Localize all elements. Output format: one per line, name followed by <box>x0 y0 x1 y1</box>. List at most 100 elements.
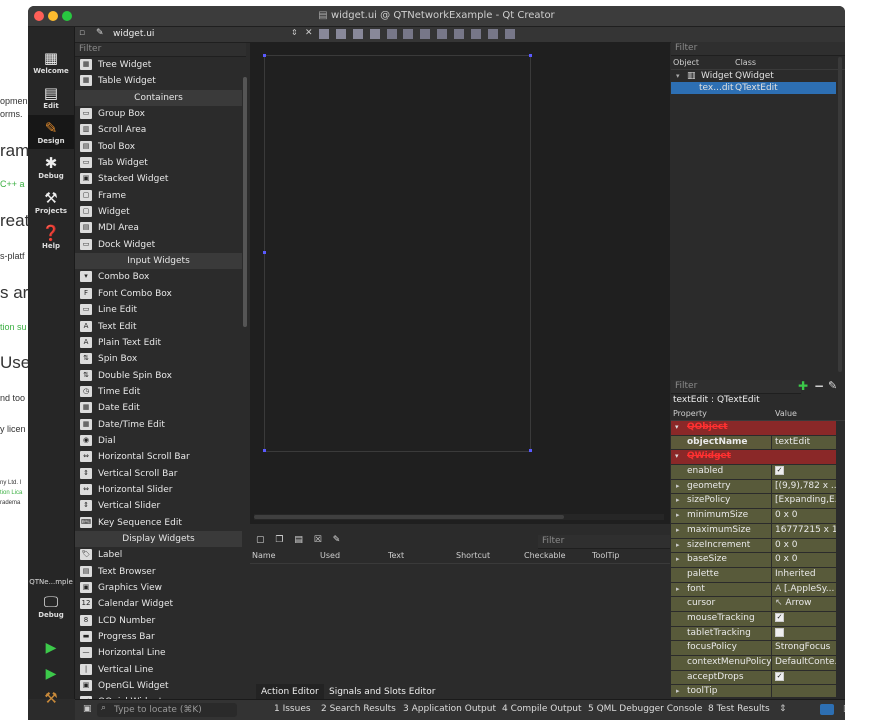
checked-checkbox[interactable]: ✓ <box>775 466 784 476</box>
widget-box-item[interactable]: ◉ Dial <box>75 433 242 449</box>
checked-checkbox[interactable]: ✓ <box>775 671 784 681</box>
widget-box-item[interactable]: ▢ Widget <box>75 204 242 220</box>
expand-arrow-icon[interactable]: ▸ <box>676 524 680 538</box>
widget-box-item[interactable]: 12 Calendar Widget <box>75 596 242 612</box>
combo-arrows-icon[interactable]: ⇕ <box>291 28 298 37</box>
widget-box-item[interactable]: ▣ Graphics View <box>75 580 242 596</box>
property-filter[interactable]: Filter <box>671 380 801 394</box>
property-value[interactable]: 0 x 0 <box>772 538 836 553</box>
widget-box-item[interactable]: ⇔ Horizontal Slider <box>75 482 242 498</box>
adjust-size-icon[interactable] <box>504 29 515 39</box>
collapse-arrow-icon[interactable]: ▾ <box>675 421 679 435</box>
widget-box-item[interactable]: ▭ Group Box <box>75 106 242 122</box>
property-value[interactable] <box>772 685 836 697</box>
property-value[interactable]: [(9,9),782 x ... <box>772 479 836 494</box>
action-filter[interactable]: Filter <box>538 535 670 549</box>
property-row[interactable]: enabled ✓ <box>671 465 845 480</box>
resize-handle[interactable] <box>263 54 266 57</box>
property-value[interactable]: 0 x 0 <box>772 509 836 523</box>
delete-action-icon[interactable]: ☒ <box>314 535 322 545</box>
widget-box-item[interactable]: 8 LCD Number <box>75 613 242 629</box>
expand-arrow-icon[interactable]: ▸ <box>676 480 680 494</box>
widget-box-item[interactable]: | Vertical Line <box>75 662 242 678</box>
paste-action-icon[interactable]: ▤ <box>294 535 303 545</box>
widget-box-item[interactable]: ▤ Tool Box <box>75 139 242 155</box>
widget-box-item[interactable]: — Horizontal Line <box>75 645 242 661</box>
widget-box-item[interactable]: ▬ Progress Bar <box>75 629 242 645</box>
property-row[interactable]: focusPolicy StrongFocus <box>671 641 845 656</box>
property-value[interactable]: [Expanding,E... <box>772 494 836 509</box>
widget-box-item[interactable]: A Text Edit <box>75 319 242 335</box>
tab-action-editor[interactable]: Action Editor <box>256 684 324 700</box>
property-row[interactable]: cursor ↖ Arrow <box>671 597 845 612</box>
resize-handle[interactable] <box>529 54 532 57</box>
edit-widgets-icon[interactable] <box>319 29 329 39</box>
expand-arrow-icon[interactable]: ▸ <box>676 583 680 597</box>
output-tab-qml-debugger[interactable]: 5 QML Debugger Console <box>588 704 702 714</box>
form-widget[interactable] <box>263 54 532 452</box>
edit-signals-icon[interactable] <box>335 29 346 39</box>
column-header[interactable]: Value <box>775 409 797 418</box>
property-row[interactable]: toolTip ▸ <box>671 685 845 697</box>
widget-category-header[interactable]: Input Widgets <box>75 253 242 270</box>
expand-arrow-icon[interactable]: ▾ <box>676 70 680 82</box>
property-row[interactable]: acceptDrops ✓ <box>671 670 845 686</box>
more-tabs-icon[interactable]: ⇕ <box>779 704 787 714</box>
property-row[interactable]: maximumSize▸ 16777215 x 1... <box>671 523 845 539</box>
property-value[interactable]: ✓ <box>772 611 836 626</box>
resize-handle[interactable] <box>529 449 532 452</box>
form-editor-canvas[interactable] <box>250 42 670 524</box>
open-documents-combo[interactable]: widget.ui <box>113 29 154 39</box>
mode-help[interactable]: ❓ Help <box>28 224 74 250</box>
property-row[interactable]: objectName textEdit <box>671 435 845 451</box>
toggle-output-pane-icon[interactable] <box>820 704 834 715</box>
collapse-arrow-icon[interactable]: ▾ <box>675 450 679 464</box>
widget-box-item[interactable]: ▭ Line Edit <box>75 302 242 318</box>
widget-box-item[interactable]: ▦ Tree Widget <box>75 57 242 73</box>
debug-run-button[interactable]: ▶ <box>28 665 74 683</box>
widget-box-scrollbar[interactable] <box>242 57 248 699</box>
widget-box-item[interactable]: ⇕ Vertical Slider <box>75 498 242 514</box>
resize-handle[interactable] <box>263 449 266 452</box>
mode-projects[interactable]: ⚒ Projects <box>28 189 74 215</box>
copy-action-icon[interactable]: ❐ <box>275 535 283 545</box>
layout-vertical-icon[interactable] <box>403 29 414 39</box>
widget-box-item[interactable]: ⇅ Spin Box <box>75 351 242 367</box>
configure-action-icon[interactable]: ✎ <box>333 535 341 545</box>
toggle-right-sidebar-icon[interactable]: ▣ <box>843 704 845 714</box>
output-tab-issues[interactable]: 1 Issues <box>274 704 311 714</box>
widget-box-item[interactable]: F Font Combo Box <box>75 286 242 302</box>
property-row[interactable]: font ▸ A [.AppleSy... <box>671 582 845 598</box>
configure-icon[interactable]: ✎ <box>828 379 837 392</box>
mode-debug[interactable]: ✱ Debug <box>28 154 74 180</box>
property-row[interactable]: geometry ▸ [(9,9),782 x ... <box>671 479 845 495</box>
column-header[interactable]: Used <box>320 551 340 560</box>
widget-box-filter[interactable]: Filter <box>75 43 246 57</box>
widget-box-item[interactable]: ▤ MDI Area <box>75 220 242 236</box>
column-header[interactable]: Checkable <box>524 551 566 560</box>
widget-box-item[interactable]: ▣ OpenGL Widget <box>75 678 242 694</box>
add-dynamic-property-icon[interactable]: ✚ <box>798 379 808 393</box>
widget-box-item[interactable]: ▦ Table Widget <box>75 73 242 89</box>
property-value[interactable] <box>772 626 836 641</box>
output-tab-test-results[interactable]: 8 Test Results <box>708 704 770 714</box>
run-button[interactable]: ▶ <box>28 639 74 657</box>
build-button[interactable]: ⚒ <box>28 689 74 707</box>
expand-arrow-icon[interactable]: ▸ <box>676 494 680 508</box>
property-value[interactable]: A [.AppleSy... <box>772 582 836 597</box>
property-value[interactable]: DefaultConte... <box>772 656 836 670</box>
widget-box-item[interactable]: ⇅ Double Spin Box <box>75 368 242 384</box>
tree-row[interactable]: ▾ ▥ Widget QWidget <box>671 70 845 82</box>
column-header[interactable]: Shortcut <box>456 551 490 560</box>
property-row[interactable]: mouseTracking ✓ <box>671 611 845 627</box>
expand-arrow-icon[interactable]: ▸ <box>676 509 680 523</box>
property-value[interactable]: textEdit <box>772 435 836 450</box>
object-inspector-filter[interactable]: Filter <box>671 42 845 56</box>
property-row[interactable]: sizePolicy▸ [Expanding,E... <box>671 494 845 510</box>
property-value[interactable]: ↖ Arrow <box>772 597 836 611</box>
checked-checkbox[interactable]: ✓ <box>775 612 784 622</box>
column-header[interactable]: Text <box>388 551 404 560</box>
object-inspector-scrollbar[interactable] <box>837 57 843 375</box>
widget-box-item[interactable]: ▾ Combo Box <box>75 269 242 285</box>
layout-grid-icon[interactable] <box>454 29 464 39</box>
